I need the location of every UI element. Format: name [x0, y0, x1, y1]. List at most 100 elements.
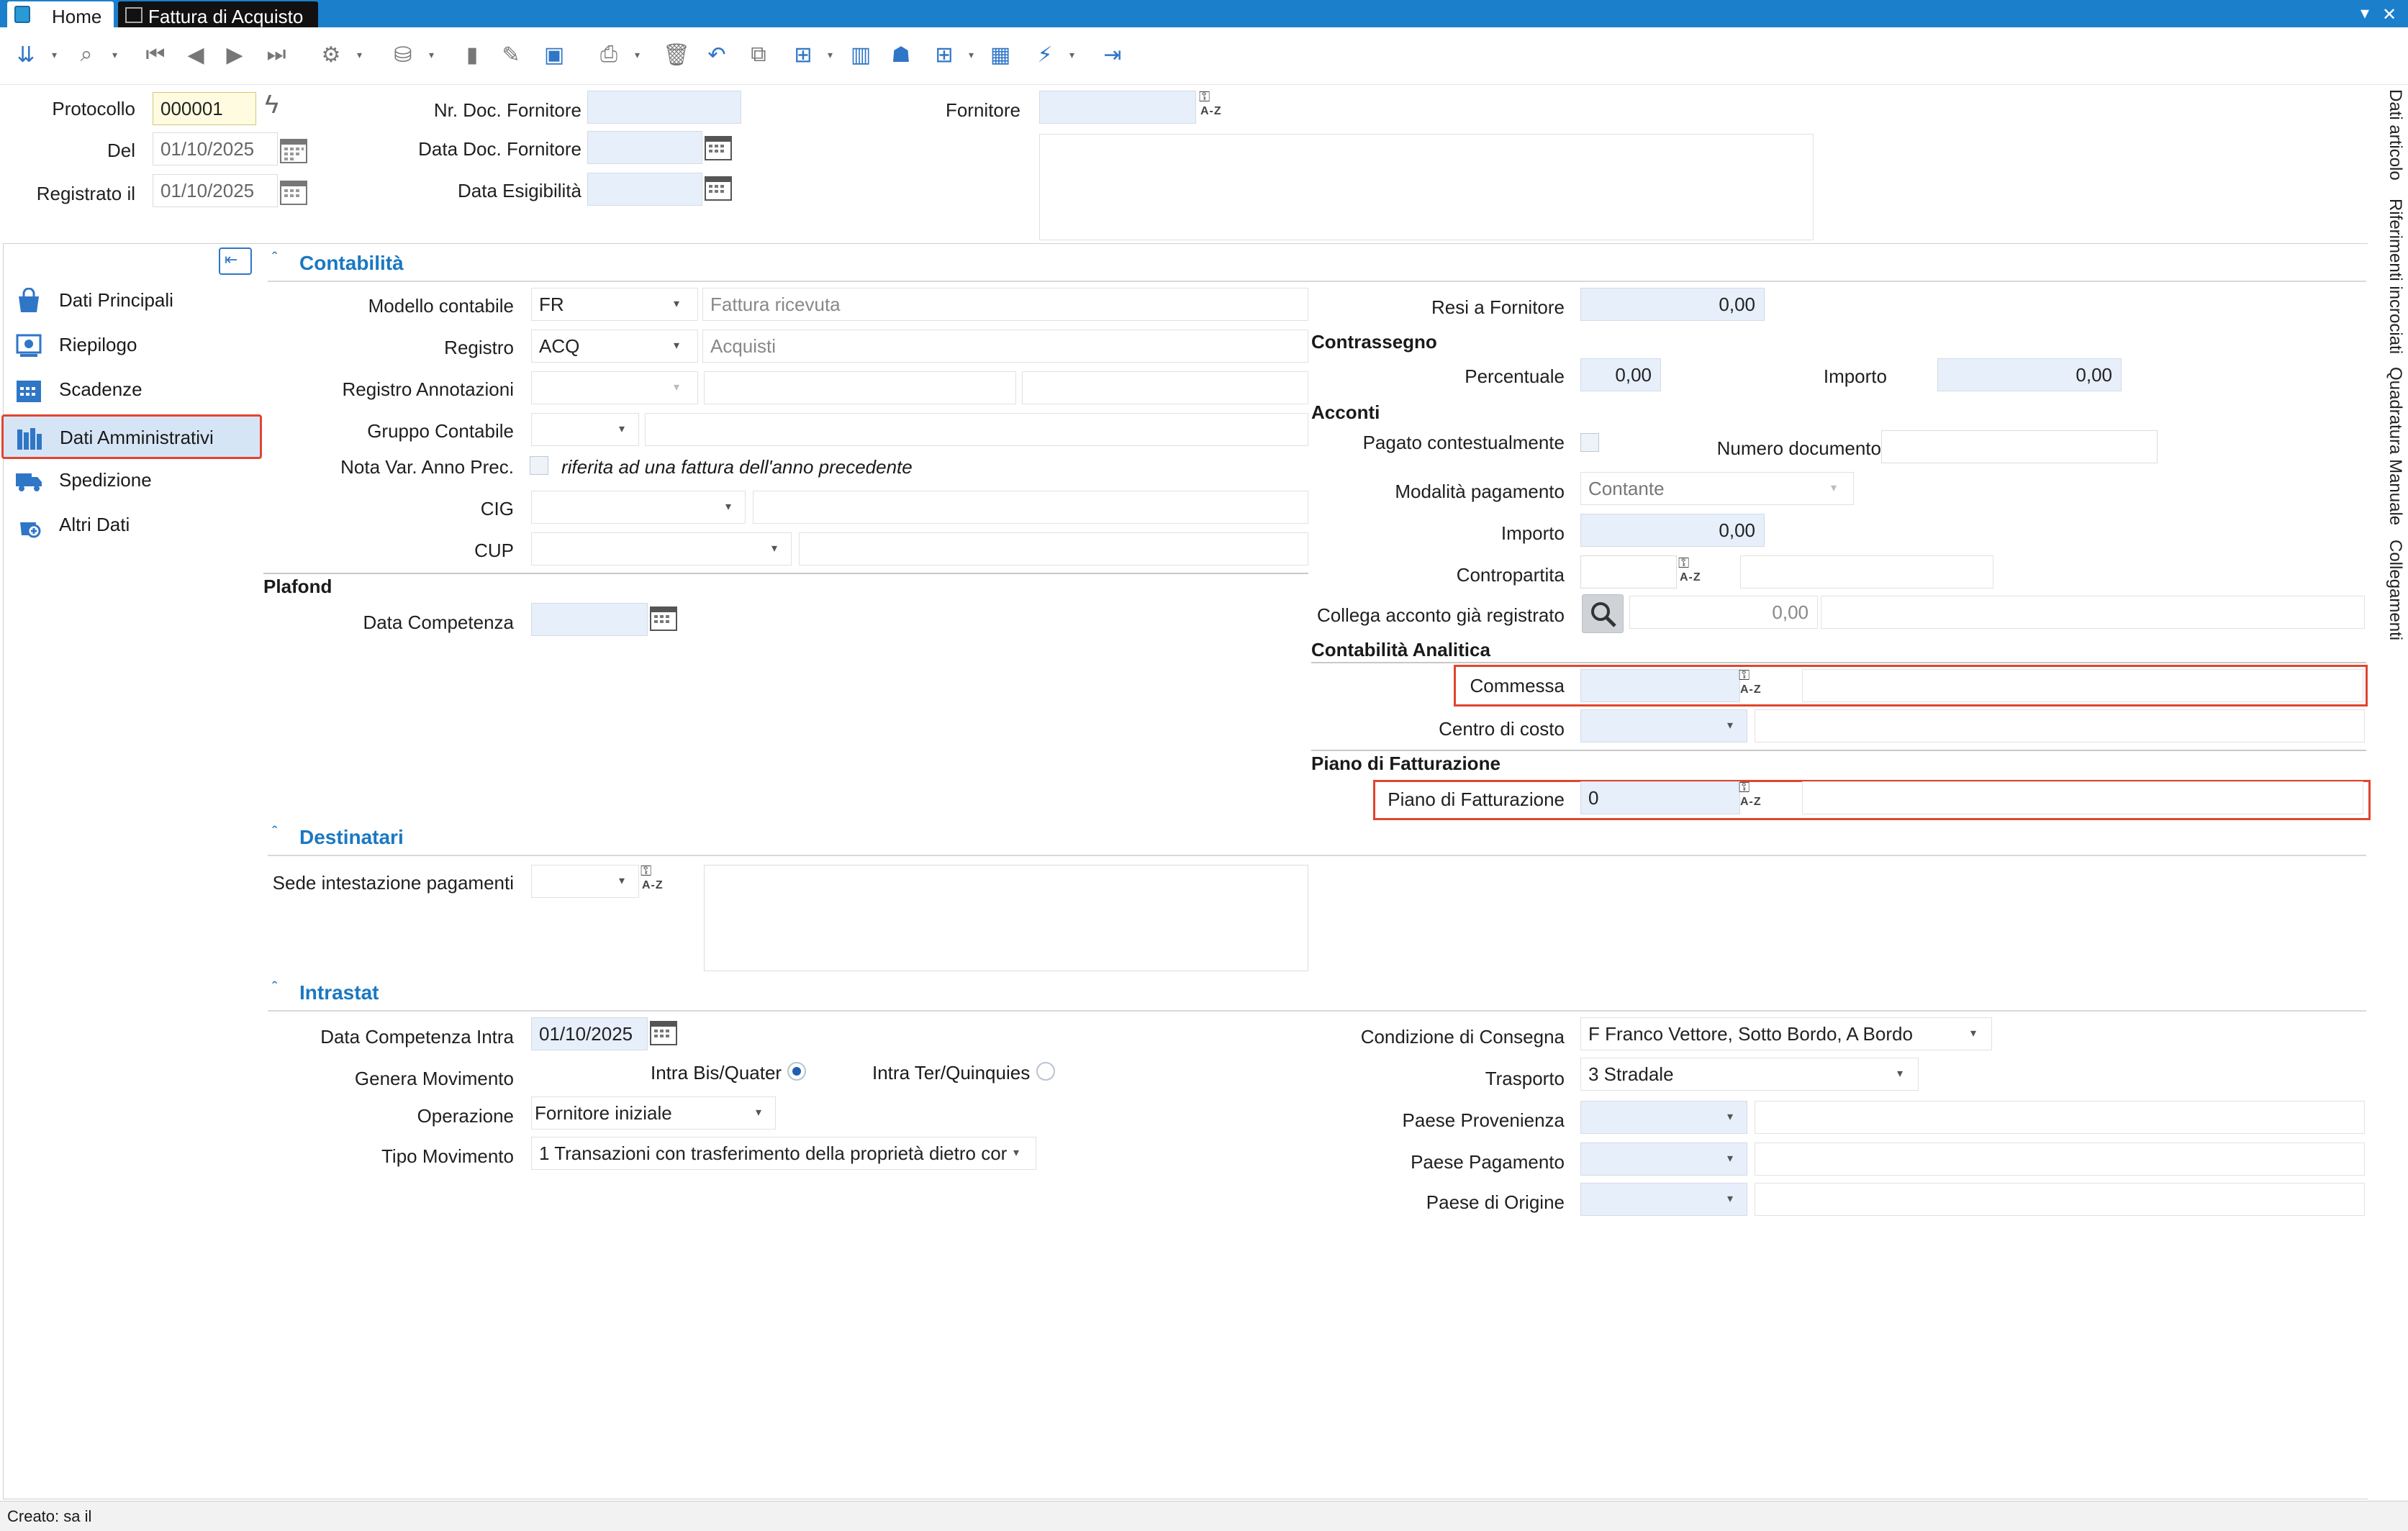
operazione-select[interactable]: Fornitore iniziale — [531, 1096, 776, 1130]
intra-bis-radio[interactable] — [787, 1062, 806, 1081]
tab-fattura-acquisto[interactable]: Fattura di Acquisto — [118, 1, 318, 27]
calendar-icon[interactable] — [704, 132, 733, 161]
tab-collegamenti[interactable]: Collegamenti — [2376, 540, 2405, 640]
calendar-icon[interactable] — [279, 177, 308, 206]
search-icon[interactable]: ⌕ — [72, 39, 101, 71]
calendar-icon[interactable] — [649, 1017, 678, 1046]
data-doc-input[interactable] — [587, 131, 702, 164]
fornitore-input[interactable] — [1039, 91, 1196, 124]
data-competenza-intra-input[interactable]: 01/10/2025 — [531, 1017, 648, 1050]
edit-pencil-icon[interactable]: ✎ — [497, 39, 525, 71]
sidebar-item-riepilogo[interactable]: Riepilogo — [3, 324, 261, 367]
copy-icon[interactable]: ⧉ — [744, 39, 773, 71]
lightning-icon[interactable]: ⚡ — [1031, 39, 1059, 71]
save-icon[interactable]: ▣ — [540, 39, 569, 71]
sidebar-item-dati-amministrativi[interactable]: Dati Amministrativi — [1, 414, 262, 459]
chevron-down-icon[interactable]: ▾ — [2361, 3, 2369, 24]
collapse-all-icon[interactable]: ⇊ — [12, 39, 40, 71]
nota-var-checkbox[interactable] — [530, 456, 548, 475]
chevron-down-icon[interactable]: ▾ — [1970, 1026, 1976, 1040]
chevron-down-icon[interactable]: ▾ — [674, 296, 679, 311]
key-az-lookup-icon[interactable]: ⚿ A-Z — [639, 863, 672, 896]
tab-riferimenti-incrociati[interactable]: Riferimenti incrociati — [2376, 199, 2405, 354]
previous-record-icon[interactable]: ◀ — [181, 39, 210, 71]
calendar-icon[interactable] — [279, 135, 308, 164]
key-az-lookup-icon[interactable]: ⚿ A-Z — [1737, 780, 1770, 813]
nr-doc-input[interactable] — [587, 91, 741, 124]
importo-contrassegno-input[interactable]: 0,00 — [1937, 358, 2122, 391]
collapse-sidebar-icon[interactable]: ⇤ — [219, 247, 252, 275]
paese-provenienza-select[interactable] — [1580, 1101, 1747, 1134]
calendar-icon[interactable] — [649, 603, 678, 632]
key-az-lookup-icon[interactable]: ⚿ A-Z — [1677, 555, 1710, 589]
pagato-contestualmente-checkbox[interactable] — [1580, 433, 1599, 452]
protocollo-input[interactable]: 000001 — [153, 92, 256, 125]
tab-quadratura-manuale[interactable]: Quadratura Manuale — [2376, 367, 2405, 525]
print-icon[interactable]: ⎙ — [594, 39, 623, 71]
close-icon[interactable]: ✕ — [2382, 4, 2396, 25]
paese-origine-select[interactable] — [1580, 1183, 1747, 1216]
last-record-icon[interactable]: ⏭ — [262, 39, 291, 71]
database-icon[interactable]: ⛁ — [389, 39, 417, 71]
condizione-consegna-select[interactable]: F Franco Vettore, Sotto Bordo, A Bordo — [1580, 1017, 1992, 1050]
exit-icon[interactable]: ⇥ — [1098, 39, 1127, 71]
numero-documento-input[interactable] — [1881, 430, 2158, 463]
trasporto-select[interactable]: 3 Stradale — [1580, 1058, 1919, 1091]
new-document-icon[interactable]: ▮ — [458, 39, 486, 71]
chevron-down-icon[interactable]: ▾ — [1831, 481, 1837, 495]
magnifier-icon[interactable] — [1582, 594, 1624, 633]
section-destinatari[interactable]: ˆ Destinatari — [268, 820, 2366, 856]
chevron-down-icon[interactable]: ▾ — [756, 1105, 761, 1119]
chevron-down-icon[interactable]: ▾ — [1727, 1191, 1733, 1206]
key-az-lookup-icon[interactable]: ⚿ A-Z — [1198, 89, 1231, 122]
intra-ter-radio[interactable] — [1036, 1062, 1055, 1081]
percentuale-input[interactable]: 0,00 — [1580, 358, 1661, 391]
satellite-icon[interactable]: ⚙ — [317, 39, 345, 71]
piano-fatturazione-input[interactable]: 0 — [1580, 781, 1740, 814]
chevron-down-icon[interactable]: ▾ — [619, 873, 625, 888]
registrato-date-input[interactable]: 01/10/2025 — [153, 174, 278, 207]
tab-home[interactable]: Home — [7, 1, 114, 27]
data-esig-input[interactable] — [587, 173, 702, 206]
chevron-down-icon[interactable]: ▾ — [619, 422, 625, 436]
tipo-movimento-select[interactable]: 1 Transazioni con trasferimento della pr… — [531, 1137, 1036, 1170]
import-icon[interactable]: ⊞ — [789, 39, 818, 71]
centro-di-costo-select[interactable] — [1580, 709, 1747, 742]
sidebar-item-altri-dati[interactable]: Altri Dati — [3, 504, 261, 547]
sidebar-item-scadenze[interactable]: Scadenze — [3, 368, 261, 412]
resi-fornitore-input[interactable]: 0,00 — [1580, 288, 1765, 321]
chevron-down-icon[interactable]: ▾ — [674, 380, 679, 394]
undo-icon[interactable]: ↶ — [702, 39, 731, 71]
key-az-lookup-icon[interactable]: ⚿ A-Z — [1737, 668, 1770, 701]
modalita-pagamento-select[interactable]: Contante — [1580, 472, 1854, 505]
next-record-icon[interactable]: ▶ — [220, 39, 249, 71]
action-lightning-icon[interactable]: ϟ — [265, 89, 279, 119]
chevron-down-icon[interactable]: ▾ — [1727, 1151, 1733, 1166]
chevron-down-icon[interactable]: ▾ — [1727, 718, 1733, 732]
calendar-icon[interactable] — [704, 173, 733, 201]
del-date-input[interactable]: 01/10/2025 — [153, 132, 278, 165]
sidebar-item-spedizione[interactable]: Spedizione — [3, 459, 261, 502]
section-contabilita[interactable]: ˆ Contabilità — [268, 246, 2366, 282]
chevron-down-icon[interactable]: ▾ — [725, 499, 731, 514]
importo-acconto-input[interactable]: 0,00 — [1580, 514, 1765, 547]
grid-icon[interactable]: ⊞ — [930, 39, 959, 71]
chevron-down-icon[interactable]: ▾ — [1013, 1145, 1019, 1160]
first-record-icon[interactable]: ⏮ — [141, 39, 170, 71]
chevron-down-icon[interactable]: ▾ — [674, 338, 679, 353]
contropartita-input[interactable] — [1580, 555, 1677, 589]
user-icon[interactable]: ☗ — [887, 39, 915, 71]
cig-select[interactable] — [531, 491, 746, 524]
delete-icon[interactable]: 🗑 — [662, 39, 691, 71]
calendar-icon[interactable]: ▦ — [986, 39, 1015, 71]
sidebar-item-dati-principali[interactable]: Dati Principali — [3, 279, 261, 322]
section-intrastat[interactable]: ˆ Intrastat — [268, 976, 2366, 1012]
chevron-down-icon[interactable]: ▾ — [1727, 1109, 1733, 1124]
data-competenza-input[interactable] — [531, 603, 648, 636]
chevron-down-icon[interactable]: ▾ — [1897, 1066, 1903, 1081]
cup-select[interactable] — [531, 532, 792, 565]
barcode-icon[interactable]: ▥ — [846, 39, 875, 71]
paese-pagamento-select[interactable] — [1580, 1142, 1747, 1176]
commessa-input[interactable] — [1580, 669, 1740, 702]
tab-dati-articolo[interactable]: Dati articolo — [2376, 89, 2405, 181]
